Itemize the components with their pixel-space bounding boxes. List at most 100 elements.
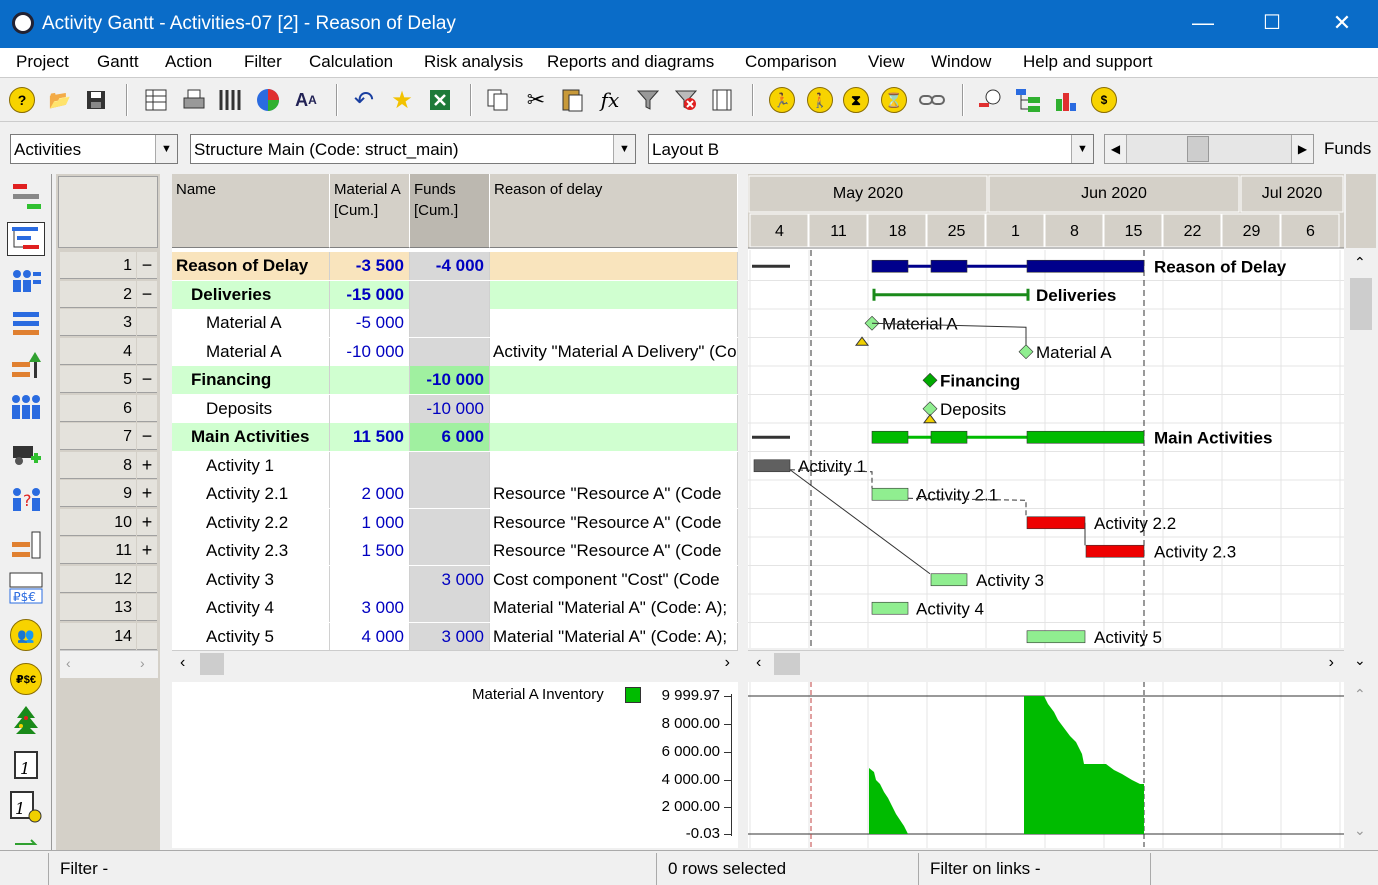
person-icon[interactable]: 🚶: [806, 86, 834, 114]
clear-filter-icon[interactable]: [672, 86, 700, 114]
cell-name[interactable]: Reason of Delay: [172, 252, 330, 280]
unknown-resource-icon[interactable]: ?: [7, 482, 45, 516]
cell-funds[interactable]: -10 000: [410, 394, 490, 423]
cell-material[interactable]: [330, 394, 410, 423]
row-number[interactable]: 3: [60, 309, 136, 336]
menu-comparison[interactable]: Comparison: [745, 52, 837, 72]
table-row[interactable]: Activity 2.2 1 000 Resource "Resource A" (…: [172, 508, 738, 537]
table-row[interactable]: Material A -5 000: [172, 309, 738, 337]
scroll-thumb[interactable]: [1187, 136, 1209, 162]
cell-reason[interactable]: Material "Material A" (Code: A);: [490, 622, 738, 651]
cell-name[interactable]: Activity 5: [172, 622, 330, 651]
cell-reason[interactable]: [490, 309, 738, 337]
stack-view-icon[interactable]: [7, 528, 45, 562]
scroll-left-icon[interactable]: ‹: [66, 655, 71, 671]
scroll-thumb[interactable]: [774, 653, 800, 675]
cell-name[interactable]: Activity 4: [172, 594, 330, 622]
excel-icon[interactable]: [426, 86, 454, 114]
scroll-down-icon[interactable]: ⌄: [1354, 652, 1366, 669]
cell-reason[interactable]: [490, 366, 738, 394]
cut-icon[interactable]: ✂: [522, 86, 550, 114]
star-icon[interactable]: ★: [388, 86, 416, 114]
open-folder-icon[interactable]: 📂: [46, 86, 74, 114]
cell-name[interactable]: Activity 1: [172, 451, 330, 480]
cell-funds[interactable]: -10 000: [410, 366, 490, 394]
table-horizontal-scrollbar[interactable]: ‹ ›: [172, 650, 738, 678]
row-scrollbar[interactable]: ‹ ›: [60, 650, 158, 678]
row-number[interactable]: 2: [60, 280, 136, 308]
cell-material[interactable]: [330, 366, 410, 394]
chevron-down-icon[interactable]: ▼: [1071, 135, 1093, 163]
cell-name[interactable]: Financing: [172, 366, 330, 394]
row-number[interactable]: 11: [60, 537, 136, 564]
menu-risk-analysis[interactable]: Risk analysis: [424, 52, 523, 72]
scroll-down-icon[interactable]: ⌄: [1354, 822, 1366, 839]
link-arrow-icon[interactable]: [7, 832, 45, 848]
cell-name[interactable]: Main Activities: [172, 423, 330, 451]
links-view-icon[interactable]: [7, 180, 45, 214]
menu-view[interactable]: View: [868, 52, 905, 72]
hourglass-icon[interactable]: ⧗: [842, 86, 870, 114]
scroll-up-icon[interactable]: ⌃: [1354, 254, 1366, 271]
team-coin-icon[interactable]: 👥: [7, 618, 45, 652]
table-icon[interactable]: [142, 86, 170, 114]
cell-material[interactable]: 3 000: [330, 594, 410, 622]
structure-select[interactable]: Structure Main (Code: struct_main) ▼: [190, 134, 636, 164]
calendar-clock-icon[interactable]: 1: [7, 790, 45, 824]
scroll-right-icon[interactable]: ›: [725, 654, 730, 672]
table-row[interactable]: Material A -10 000 Activity "Material A De…: [172, 337, 738, 366]
cell-reason[interactable]: [490, 394, 738, 423]
menu-filter[interactable]: Filter: [244, 52, 282, 72]
row-number[interactable]: 5: [60, 366, 136, 393]
scroll-left-icon[interactable]: ◀: [1105, 135, 1127, 163]
menu-gantt[interactable]: Gantt: [97, 52, 139, 72]
cell-funds[interactable]: [410, 480, 490, 508]
menu-reports[interactable]: Reports and diagrams: [547, 52, 714, 72]
cell-funds[interactable]: 6 000: [410, 423, 490, 451]
cell-name[interactable]: Material A: [172, 309, 330, 337]
cell-funds[interactable]: 3 000: [410, 565, 490, 594]
menu-help[interactable]: Help and support: [1023, 52, 1152, 72]
cell-reason[interactable]: Resource "Resource A" (Code: [490, 508, 738, 537]
cell-material[interactable]: 2 000: [330, 480, 410, 508]
link-icon[interactable]: [918, 86, 946, 114]
cell-funds[interactable]: [410, 508, 490, 537]
machine-icon[interactable]: [7, 436, 45, 470]
menu-project[interactable]: Project: [16, 52, 69, 72]
formula-icon[interactable]: fx: [596, 86, 624, 114]
cell-reason[interactable]: [490, 252, 738, 280]
row-number[interactable]: 14: [60, 622, 136, 650]
cell-name[interactable]: Activity 2.3: [172, 537, 330, 565]
cell-funds[interactable]: [410, 309, 490, 337]
cell-funds[interactable]: [410, 594, 490, 622]
menu-calculation[interactable]: Calculation: [309, 52, 393, 72]
row-number[interactable]: 10: [60, 508, 136, 536]
team-view-icon[interactable]: [7, 264, 45, 298]
collapse-toggle[interactable]: −: [137, 423, 157, 450]
cell-material[interactable]: -3 500: [330, 252, 410, 280]
cell-reason[interactable]: Activity "Material A Delivery" (Co: [490, 337, 738, 366]
close-button[interactable]: ✕: [1307, 0, 1377, 48]
cell-name[interactable]: Activity 3: [172, 565, 330, 594]
row-number[interactable]: 1: [60, 252, 136, 279]
collapse-toggle[interactable]: −: [137, 366, 157, 393]
object-type-select[interactable]: Activities ▼: [10, 134, 178, 164]
cell-name[interactable]: Activity 2.1: [172, 480, 330, 508]
cell-name[interactable]: Material A: [172, 337, 330, 366]
top-horizontal-scrollbar[interactable]: ◀ ▶: [1104, 134, 1314, 164]
col-header-reason[interactable]: Reason of delay: [490, 174, 738, 248]
cell-name[interactable]: Deliveries: [172, 280, 330, 309]
table-row[interactable]: Activity 3 3 000 Cost component "Cost" (Co…: [172, 565, 738, 594]
tools-icon[interactable]: [216, 86, 244, 114]
gantt-chart[interactable]: May 2020 Jun 2020 Jul 2020 4 11 18 25 1 8 15 22 29 6…: [748, 174, 1344, 648]
undo-icon[interactable]: ↶: [350, 86, 378, 114]
hierarchy-icon[interactable]: [1014, 86, 1042, 114]
cell-reason[interactable]: [490, 451, 738, 480]
vertical-scrollbar[interactable]: ⌃ ⌄: [1346, 250, 1376, 678]
expand-toggle[interactable]: +: [137, 451, 157, 479]
minimize-button[interactable]: —: [1168, 0, 1238, 48]
table-row[interactable]: Reason of Delay -3 500 -4 000: [172, 252, 738, 280]
expand-toggle[interactable]: +: [137, 508, 157, 536]
scroll-thumb[interactable]: [1350, 278, 1372, 330]
row-number[interactable]: 7: [60, 423, 136, 450]
